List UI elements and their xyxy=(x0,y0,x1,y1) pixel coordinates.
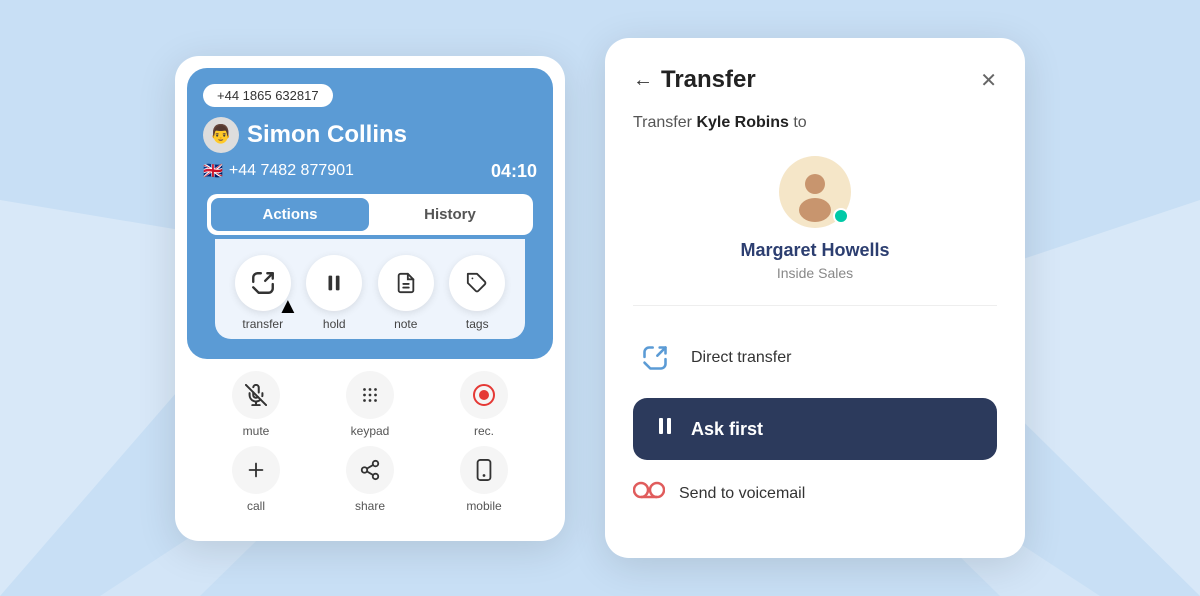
call-timer: 04:10 xyxy=(491,161,537,182)
transfer-label: transfer xyxy=(242,317,283,331)
hold-icon-circle xyxy=(306,255,362,311)
close-button[interactable]: ✕ xyxy=(980,68,997,93)
avatar: 👨 xyxy=(203,117,239,153)
voicemail-icon xyxy=(633,478,665,509)
transfer-panel: ← Transfer ✕ Transfer Kyle Robins to Mar… xyxy=(605,38,1025,558)
mute-icon-bg xyxy=(232,371,280,419)
transfer-phone-icon xyxy=(641,344,669,372)
mobile-icon-bg xyxy=(460,446,508,494)
phone-top-section: +44 1865 632817 👨 Simon Collins 🇬🇧 +44 7… xyxy=(187,68,553,359)
keypad-icon-bg xyxy=(346,371,394,419)
agent-card: Margaret Howells Inside Sales xyxy=(633,156,997,281)
cursor-icon: ▲ xyxy=(277,293,299,319)
rec-icon xyxy=(473,384,495,406)
rec-icon-bg xyxy=(460,371,508,419)
ask-first-label: Ask first xyxy=(691,419,763,440)
tag-icon xyxy=(466,272,488,294)
hold-label: hold xyxy=(323,317,346,331)
transfer-action[interactable]: ▲ transfer xyxy=(235,255,291,331)
tags-label: tags xyxy=(466,317,489,331)
tabs-container: Actions History xyxy=(207,194,533,235)
mobile-icon xyxy=(475,459,493,481)
back-arrow-button[interactable]: ← xyxy=(633,69,653,92)
transfer-icon-circle: ▲ xyxy=(235,255,291,311)
call-icon-bg xyxy=(232,446,280,494)
ask-first-pause-icon xyxy=(653,414,677,444)
voicemail-svg-icon xyxy=(633,478,665,502)
caller-number: 🇬🇧 +44 7482 877901 xyxy=(203,161,354,181)
share-icon-bg xyxy=(346,446,394,494)
caller-number-row: 🇬🇧 +44 7482 877901 04:10 xyxy=(203,161,537,182)
pause-white-icon xyxy=(653,414,677,438)
direct-transfer-icon xyxy=(633,336,677,380)
caller-name-row: 👨 Simon Collins xyxy=(203,117,537,153)
phone-number-pill: +44 1865 632817 xyxy=(203,84,333,107)
note-icon xyxy=(395,272,417,294)
call-label: call xyxy=(247,499,265,513)
caller-name: Simon Collins xyxy=(247,121,407,149)
tab-history[interactable]: History xyxy=(371,198,529,231)
hold-action[interactable]: hold xyxy=(306,255,362,331)
divider xyxy=(633,305,997,306)
rec-control[interactable]: rec. xyxy=(444,371,524,438)
note-label: note xyxy=(394,317,417,331)
agent-dept: Inside Sales xyxy=(777,265,853,281)
call-icon xyxy=(245,459,267,481)
voicemail-label: Send to voicemail xyxy=(679,485,805,503)
share-icon xyxy=(359,459,381,481)
keypad-icon xyxy=(359,384,381,406)
transfer-icon xyxy=(250,270,276,296)
direct-transfer-label: Direct transfer xyxy=(691,349,791,367)
controls-row-1: mute keypad rec. xyxy=(199,371,541,438)
voicemail-option[interactable]: Send to voicemail xyxy=(633,464,997,523)
transfer-header: ← Transfer ✕ xyxy=(633,66,997,94)
transfer-title-row: ← Transfer xyxy=(633,66,756,94)
actions-grid: ▲ transfer hold xyxy=(215,239,525,339)
mute-label: mute xyxy=(243,424,270,438)
direct-transfer-option[interactable]: Direct transfer xyxy=(633,322,997,394)
agent-name: Margaret Howells xyxy=(740,240,889,261)
note-icon-circle xyxy=(378,255,434,311)
tags-icon-circle xyxy=(449,255,505,311)
controls-row-2: call share xyxy=(199,446,541,513)
keypad-control[interactable]: keypad xyxy=(330,371,410,438)
mute-control[interactable]: mute xyxy=(216,371,296,438)
flag-icon: 🇬🇧 xyxy=(203,161,223,181)
mobile-control[interactable]: mobile xyxy=(444,446,524,513)
transfer-title: Transfer xyxy=(661,66,756,94)
share-label: share xyxy=(355,499,385,513)
ask-first-button[interactable]: Ask first xyxy=(633,398,997,460)
transfer-subtitle: Transfer Kyle Robins to xyxy=(633,114,997,132)
mute-icon xyxy=(245,384,267,406)
mobile-label: mobile xyxy=(466,499,501,513)
note-action[interactable]: note xyxy=(378,255,434,331)
share-control[interactable]: share xyxy=(330,446,410,513)
agent-avatar-wrap xyxy=(779,156,851,228)
tab-actions[interactable]: Actions xyxy=(211,198,369,231)
bottom-controls: mute keypad rec. xyxy=(175,359,565,525)
rec-label: rec. xyxy=(474,424,494,438)
pause-icon xyxy=(323,272,345,294)
agent-status-dot xyxy=(833,208,849,224)
call-control[interactable]: call xyxy=(216,446,296,513)
tags-action[interactable]: tags xyxy=(449,255,505,331)
keypad-label: keypad xyxy=(351,424,390,438)
rec-inner-dot xyxy=(479,390,489,400)
phone-card: +44 1865 632817 👨 Simon Collins 🇬🇧 +44 7… xyxy=(175,56,565,541)
